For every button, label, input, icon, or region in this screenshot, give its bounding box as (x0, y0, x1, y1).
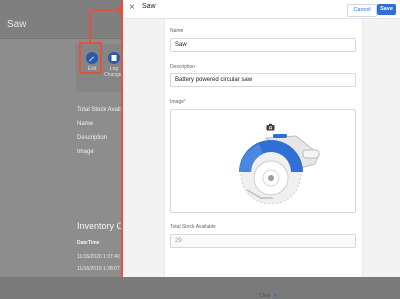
clear-image-button[interactable]: Clear ✕ (259, 293, 277, 299)
datetime-column-header: DateTime (77, 240, 100, 246)
edit-highlight-box (79, 42, 102, 74)
close-icon: ✕ (272, 293, 278, 299)
description-field-label: Description (170, 64, 196, 70)
dialog-header: × Saw Cancel Save (123, 0, 400, 19)
required-mark: * (183, 99, 186, 105)
description-input[interactable]: Battery powered circular saw (170, 73, 356, 87)
name-field-label: Name (170, 28, 184, 34)
form-card: Name Saw Description Battery powered cir… (164, 19, 363, 299)
dialog-title: Saw (142, 3, 156, 10)
image-label: Image (77, 149, 94, 155)
cancel-button[interactable]: Cancel (347, 4, 377, 17)
stock-field-label: Total Stock Available (170, 224, 216, 230)
clear-label: Clear (259, 293, 271, 299)
image-field-label: Image* (170, 99, 186, 105)
image-upload-box[interactable]: Clear ✕ (170, 109, 356, 299)
description-label: Description (77, 135, 108, 141)
saw-image (211, 128, 331, 209)
image-label-text: Image (170, 99, 184, 105)
name-input[interactable]: Saw (170, 38, 356, 52)
edit-dialog: × Saw Cancel Save Name Saw Description B… (121, 0, 400, 299)
save-button[interactable]: Save (377, 4, 396, 15)
page-title: Saw (7, 19, 27, 30)
name-label: Name (77, 121, 94, 127)
close-icon[interactable]: × (129, 3, 135, 13)
log-icon (108, 52, 120, 64)
stock-input: 29 (170, 234, 356, 248)
